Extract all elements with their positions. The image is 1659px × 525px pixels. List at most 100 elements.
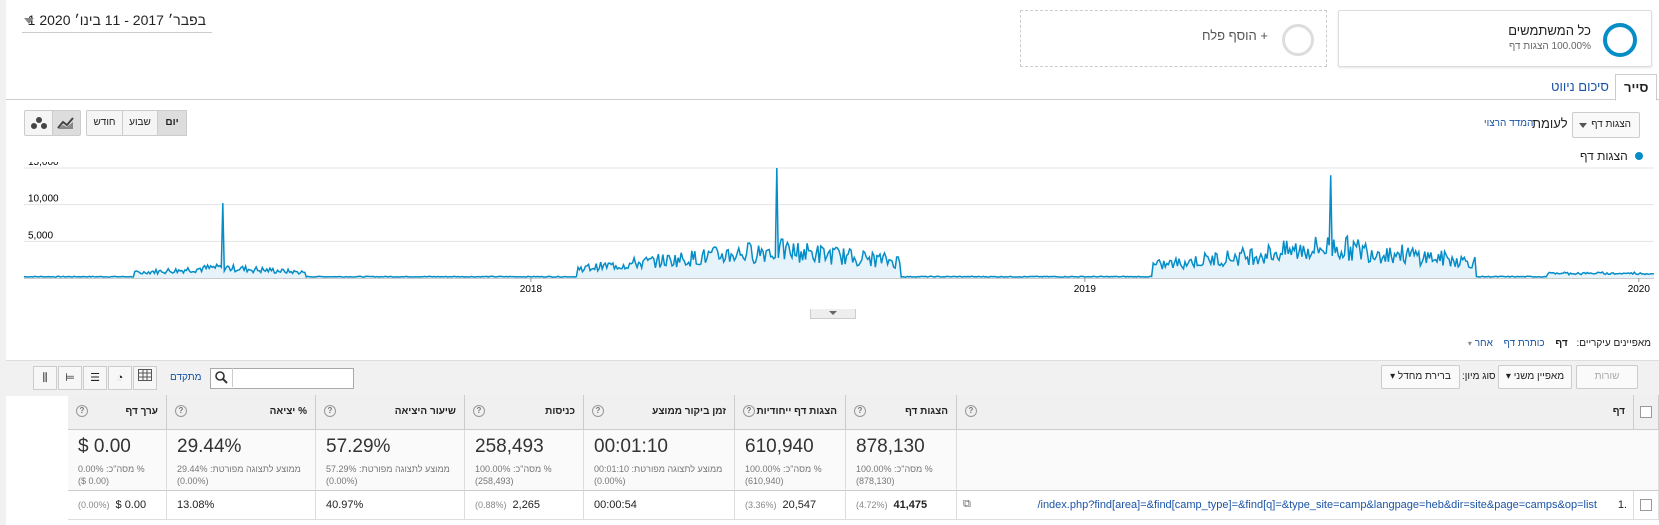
row-value: 40.97% bbox=[326, 499, 364, 511]
period-week-button[interactable]: שבוע bbox=[122, 110, 158, 136]
row-avg-time: 00:00:54 bbox=[584, 491, 735, 520]
advanced-filter-link[interactable]: מתקדם bbox=[170, 372, 202, 383]
header-page-value[interactable]: ערך דף? bbox=[68, 395, 167, 430]
metric-select[interactable]: הצגות דף bbox=[1572, 112, 1640, 138]
header-label: ערך דף bbox=[125, 406, 158, 417]
legend-label: הצגות דף bbox=[1580, 149, 1628, 163]
tab-navigation-summary[interactable]: סיכום ניווט bbox=[1543, 74, 1617, 99]
header-checkbox-cell bbox=[1634, 395, 1659, 430]
total-value: 29.44% bbox=[177, 436, 242, 457]
header-label: כניסות bbox=[545, 406, 575, 417]
help-icon[interactable]: ? bbox=[473, 405, 485, 417]
total-pageviews: 878,130% מסה"כ: 100.00% (878,130) bbox=[846, 430, 957, 491]
search-icon bbox=[215, 371, 228, 384]
search-button[interactable] bbox=[210, 368, 233, 387]
help-icon[interactable]: ? bbox=[592, 405, 604, 417]
total-value: 00:01:10 bbox=[594, 436, 668, 457]
page-edge bbox=[0, 0, 6, 525]
select-metric-link[interactable]: המדד הרצוי bbox=[1484, 118, 1533, 129]
header-pageviews[interactable]: הצגות דף?↓ bbox=[834, 395, 957, 430]
primary-dimension-page-title[interactable]: כותרת דף bbox=[1504, 338, 1545, 349]
motion-chart-button[interactable] bbox=[24, 110, 53, 136]
help-icon[interactable]: ? bbox=[76, 405, 88, 417]
total-value: 878,130 bbox=[856, 436, 925, 457]
period-month-button[interactable]: חודש bbox=[86, 110, 123, 136]
help-icon[interactable]: ? bbox=[854, 405, 866, 417]
open-page-icon[interactable]: ⧉ bbox=[963, 498, 971, 511]
total-subtext: % מסה"כ: 100.00% bbox=[745, 464, 822, 474]
row-unique-pageviews: (3.36%) 20,547 bbox=[735, 491, 846, 520]
empty-circle-icon bbox=[1282, 24, 1314, 56]
primary-dimension-other[interactable]: אחר bbox=[1475, 338, 1493, 349]
page-link[interactable]: /index.php?find[area]=&find[camp_type]=&… bbox=[1037, 499, 1597, 511]
total-entrances: 258,493 % מסה"כ: 100.00% (258,493) bbox=[465, 430, 584, 491]
primary-dimension-bar: מאפיינים עיקריים: דף כותרת דף אחר ▾ bbox=[1468, 338, 1651, 349]
total-subtext: (0.00%) bbox=[594, 476, 626, 486]
row-exit-pct: 13.08% bbox=[167, 491, 316, 520]
total-subtext: (610,940) bbox=[745, 476, 784, 486]
header-bounce-rate[interactable]: שיעור היציאה? bbox=[316, 395, 465, 430]
chevron-down-icon bbox=[829, 311, 837, 315]
header-exit-pct[interactable]: % יציאה? bbox=[167, 395, 316, 430]
header-page[interactable]: דף? bbox=[957, 395, 1634, 430]
plot-rows-button[interactable]: שורות בתרשים bbox=[1576, 365, 1638, 404]
pivot-icon: ⫼ bbox=[42, 372, 48, 384]
chart-collapse-handle[interactable] bbox=[810, 309, 856, 319]
legend-dot-icon bbox=[1635, 152, 1643, 160]
help-icon[interactable]: ? bbox=[965, 405, 977, 417]
chevron-down-icon: ▾ bbox=[1467, 339, 1472, 348]
segment-circle-icon bbox=[1603, 23, 1637, 57]
tabs-divider bbox=[6, 99, 1659, 100]
header-label: הצגות דף bbox=[905, 406, 948, 417]
header-unique-pageviews[interactable]: הצגות דף ייחודיות? bbox=[735, 395, 846, 430]
period-day-button[interactable]: יום bbox=[157, 110, 187, 136]
header-label: דף bbox=[1612, 406, 1625, 417]
sort-type-value: ברירת מחדל bbox=[1397, 371, 1451, 382]
total-subtext: ($ 0.00) bbox=[78, 476, 110, 486]
header-avg-time[interactable]: זמן ביקור ממוצע? bbox=[584, 395, 735, 430]
table-view-button[interactable] bbox=[133, 366, 157, 390]
secondary-dimension-select[interactable]: מאפיין משני ▾ bbox=[1498, 365, 1572, 389]
total-value: $ 0.00 bbox=[78, 436, 131, 457]
row-value: 13.08% bbox=[177, 499, 215, 511]
row-page-value: (0.00%) $ 0.00 bbox=[68, 491, 167, 520]
row-entrances: (0.88%) 2,265 bbox=[465, 491, 584, 520]
add-segment-label: + הוסף פלח bbox=[1201, 28, 1268, 43]
help-icon[interactable]: ? bbox=[743, 405, 755, 417]
row-value: $ 0.00 bbox=[115, 499, 147, 511]
add-segment-card[interactable]: + הוסף פלח bbox=[1020, 10, 1327, 67]
date-range-text: 1 בפבר׳ 2017 - 11 בינו׳ 2020 bbox=[27, 12, 206, 28]
total-value: 57.29% bbox=[326, 436, 391, 457]
x-tick-label: 2019 bbox=[1074, 284, 1097, 295]
select-all-checkbox[interactable] bbox=[1640, 406, 1652, 418]
total-subtext: ממוצע לתצוגה מפורטת: 00:01:10 bbox=[594, 464, 723, 474]
pivot-view-button[interactable]: ⫼ bbox=[33, 366, 57, 390]
chevron-down-icon bbox=[1579, 123, 1587, 128]
row-checkbox[interactable] bbox=[1640, 499, 1652, 511]
row-pct: (0.88%) bbox=[475, 500, 507, 510]
pie-view-button[interactable]: ◔ bbox=[108, 366, 132, 390]
row-value: 20,547 bbox=[782, 499, 817, 511]
performance-view-button[interactable]: ☰ bbox=[83, 366, 107, 390]
header-entrances[interactable]: כניסות? bbox=[465, 395, 584, 430]
row-checkbox-cell bbox=[1634, 491, 1659, 520]
total-subtext: ממוצע לתצוגה מפורטת: 57.29% bbox=[326, 464, 450, 474]
help-icon[interactable]: ? bbox=[324, 405, 336, 417]
help-icon[interactable]: ? bbox=[175, 405, 187, 417]
sort-type-select[interactable]: ברירת מחדל ▾ bbox=[1381, 365, 1460, 389]
row-pct: (4.72%) bbox=[856, 500, 888, 510]
x-tick-label: 2018 bbox=[520, 284, 543, 295]
date-range-picker[interactable]: 1 בפבר׳ 2017 - 11 בינו׳ 2020 bbox=[22, 10, 212, 33]
row-pct: (0.00%) bbox=[78, 500, 110, 510]
total-subtext: (0.00%) bbox=[326, 476, 358, 486]
row-pct: (3.36%) bbox=[745, 500, 777, 510]
versus-label: לעומת bbox=[1532, 116, 1568, 131]
tab-explorer[interactable]: סייר bbox=[1615, 74, 1658, 101]
table-row: 1. /index.php?find[area]=&find[camp_type… bbox=[957, 491, 1634, 520]
segment-all-users[interactable]: כל המשתמשים 100.00% הצגות דף bbox=[1338, 10, 1652, 67]
primary-dimension-page[interactable]: דף bbox=[1555, 338, 1567, 349]
total-value: 258,493 bbox=[475, 436, 544, 457]
line-chart-button[interactable] bbox=[51, 110, 81, 136]
y-tick-label: 5,000 bbox=[28, 230, 53, 241]
comparison-view-button[interactable]: ⊨ bbox=[58, 366, 82, 390]
